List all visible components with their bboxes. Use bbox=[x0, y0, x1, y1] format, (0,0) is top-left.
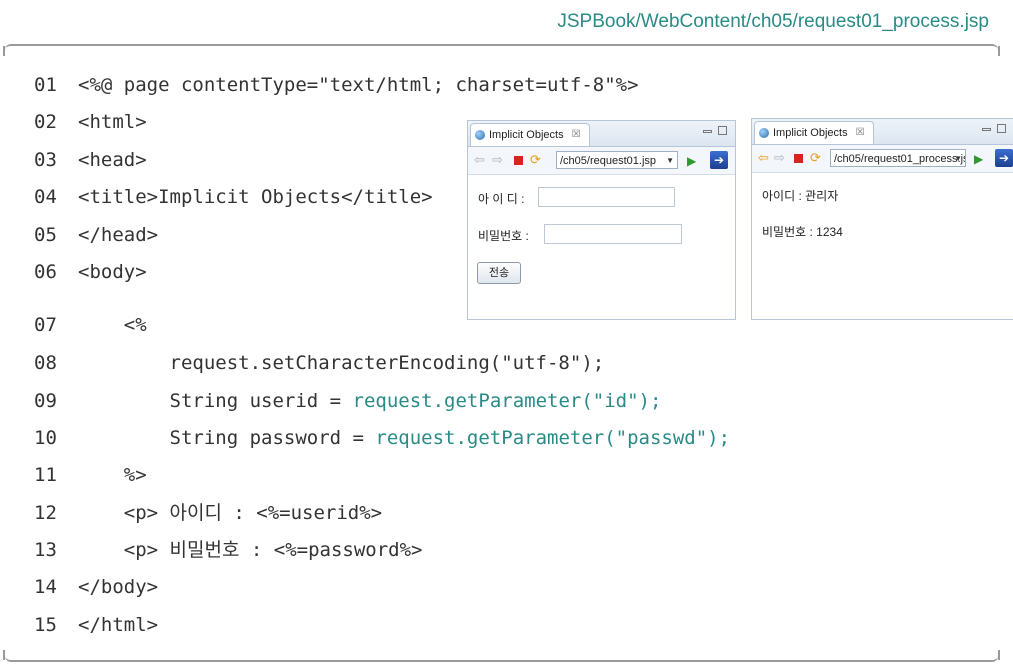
browser-tab[interactable]: Implicit Objects ☒ bbox=[754, 121, 874, 144]
browser-window-result: Implicit Objects ☒ ⇦ ⇨ ⟳ /ch05/request01… bbox=[751, 118, 1013, 320]
line-number: 12 bbox=[34, 502, 57, 524]
globe-icon bbox=[759, 128, 769, 138]
url-text: /ch05/request01_process.jsp bbox=[834, 153, 966, 165]
forward-arrow-icon[interactable]: ⇨ bbox=[492, 153, 503, 167]
browser-window-form: Implicit Objects ☒ ⇦ ⇨ ⟳ /ch05/request01… bbox=[467, 120, 736, 320]
stop-icon[interactable] bbox=[794, 154, 803, 163]
line-number: 01 bbox=[34, 74, 57, 96]
browser-toolbar: ⇦ ⇨ ⟳ /ch05/request01.jsp ▼ ▶ ➔ bbox=[468, 147, 735, 175]
code-segment: <p> 아이디 : <%=userid%> bbox=[78, 502, 383, 524]
close-tab-icon[interactable]: ☒ bbox=[856, 122, 865, 144]
chevron-down-icon[interactable]: ▼ bbox=[666, 152, 674, 168]
tab-title: Implicit Objects bbox=[489, 129, 564, 141]
maximize-icon[interactable] bbox=[997, 124, 1006, 133]
stop-icon[interactable] bbox=[514, 156, 523, 165]
code-segment: <p> 비밀번호 : <%=password%> bbox=[78, 539, 423, 561]
tab-bar: Implicit Objects ☒ bbox=[752, 119, 1013, 145]
minimize-icon[interactable] bbox=[703, 130, 712, 133]
back-arrow-icon[interactable]: ⇦ bbox=[758, 151, 769, 165]
line-number: 08 bbox=[34, 352, 57, 374]
line-number: 11 bbox=[34, 464, 57, 486]
code-segment: %> bbox=[78, 464, 147, 486]
window-buttons bbox=[982, 124, 1006, 133]
line-number: 02 bbox=[34, 111, 57, 133]
refresh-icon[interactable]: ⟳ bbox=[530, 153, 541, 167]
browser-toolbar: ⇦ ⇨ ⟳ /ch05/request01_process.jsp ▼ ▶ ➔ bbox=[752, 145, 1013, 173]
code-segment: <%@ page contentType="text/html; charset… bbox=[78, 74, 639, 96]
code-text: <p> 비밀번호 : <%=password%> bbox=[78, 535, 423, 565]
code-text: String userid = request.getParameter("id… bbox=[78, 386, 662, 416]
go-icon[interactable]: ▶ bbox=[687, 154, 696, 168]
window-buttons bbox=[703, 126, 727, 135]
eclipse-icon[interactable]: ➔ bbox=[995, 149, 1013, 167]
line-number: 04 bbox=[34, 186, 57, 208]
browser-tab[interactable]: Implicit Objects ☒ bbox=[470, 123, 590, 146]
url-text: /ch05/request01.jsp bbox=[560, 155, 657, 167]
id-input[interactable] bbox=[538, 187, 675, 207]
code-text: <head> bbox=[78, 145, 147, 175]
maximize-icon[interactable] bbox=[718, 126, 727, 135]
line-number: 03 bbox=[34, 149, 57, 171]
code-text: <% bbox=[78, 310, 147, 340]
code-segment: <% bbox=[78, 314, 147, 336]
code-text: </head> bbox=[78, 220, 158, 250]
code-segment: String password = bbox=[78, 427, 376, 449]
code-text: <title>Implicit Objects</title> bbox=[78, 182, 433, 212]
url-bar[interactable]: /ch05/request01.jsp ▼ bbox=[556, 151, 678, 169]
line-number: 05 bbox=[34, 224, 57, 246]
code-text: <%@ page contentType="text/html; charset… bbox=[78, 70, 639, 100]
browser-content: 아이디 : 관리자 비밀번호 : 1234 bbox=[752, 173, 1013, 319]
forward-arrow-icon[interactable]: ⇨ bbox=[774, 151, 785, 165]
code-text: %> bbox=[78, 460, 147, 490]
code-segment: </html> bbox=[78, 614, 159, 636]
tab-title: Implicit Objects bbox=[773, 127, 848, 139]
line-number: 07 bbox=[34, 314, 57, 336]
go-icon[interactable]: ▶ bbox=[974, 152, 983, 166]
id-label: 아 이 디 : bbox=[478, 192, 525, 206]
code-segment: <html> bbox=[78, 111, 147, 133]
chevron-down-icon[interactable]: ▼ bbox=[954, 150, 962, 166]
result-password-line: 비밀번호 : 1234 bbox=[762, 225, 843, 239]
code-text: <p> 아이디 : <%=userid%> bbox=[78, 498, 382, 528]
tab-bar: Implicit Objects ☒ bbox=[468, 121, 735, 147]
code-text: </html> bbox=[78, 610, 158, 640]
code-text: <body> bbox=[78, 257, 147, 287]
password-input[interactable] bbox=[544, 224, 682, 244]
line-number: 14 bbox=[34, 576, 57, 598]
line-number: 13 bbox=[34, 539, 57, 561]
line-number: 10 bbox=[34, 427, 57, 449]
code-segment: </head> bbox=[78, 224, 159, 246]
frame-corner-bl bbox=[3, 650, 5, 660]
code-segment: <head> bbox=[78, 149, 147, 171]
code-text: </body> bbox=[78, 572, 158, 602]
password-label: 비밀번호 : bbox=[478, 229, 529, 243]
code-text: <html> bbox=[78, 107, 147, 137]
file-path: JSPBook/WebContent/ch05/request01_proces… bbox=[557, 11, 989, 32]
result-id-line: 아이디 : 관리자 bbox=[762, 189, 839, 203]
code-highlight: request.getParameter("passwd"); bbox=[375, 427, 731, 449]
back-arrow-icon[interactable]: ⇦ bbox=[474, 153, 485, 167]
refresh-icon[interactable]: ⟳ bbox=[810, 151, 821, 165]
code-segment: </body> bbox=[78, 576, 159, 598]
code-text: request.setCharacterEncoding("utf-8"); bbox=[78, 348, 605, 378]
frame-corner-tl bbox=[3, 46, 5, 56]
frame-corner-tr bbox=[998, 46, 1000, 56]
code-segment: <body> bbox=[78, 261, 147, 283]
eclipse-icon[interactable]: ➔ bbox=[710, 151, 728, 169]
code-text: String password = request.getParameter("… bbox=[78, 423, 731, 453]
url-bar[interactable]: /ch05/request01_process.jsp ▼ bbox=[830, 149, 966, 167]
close-tab-icon[interactable]: ☒ bbox=[572, 124, 581, 146]
browser-content: 아 이 디 : 비밀번호 : 전송 bbox=[468, 175, 735, 319]
line-number: 09 bbox=[34, 390, 57, 412]
line-number: 06 bbox=[34, 261, 57, 283]
line-number: 15 bbox=[34, 614, 57, 636]
globe-icon bbox=[475, 130, 485, 140]
minimize-icon[interactable] bbox=[982, 128, 991, 131]
code-segment: request.setCharacterEncoding("utf-8"); bbox=[78, 352, 605, 374]
frame-corner-br bbox=[998, 650, 1000, 660]
code-segment: String userid = bbox=[78, 390, 353, 412]
code-highlight: request.getParameter("id"); bbox=[352, 390, 662, 412]
submit-button[interactable]: 전송 bbox=[477, 262, 521, 284]
code-segment: <title>Implicit Objects</title> bbox=[78, 186, 433, 208]
